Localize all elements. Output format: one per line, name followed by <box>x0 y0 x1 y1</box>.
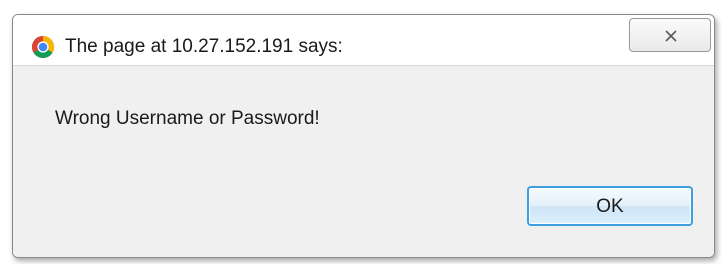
dialog-titlebar: The page at 10.27.152.191 says: <box>13 15 714 66</box>
dialog-content: Wrong Username or Password! OK <box>13 66 714 257</box>
close-icon <box>665 30 677 42</box>
chrome-icon <box>31 35 55 59</box>
dialog-message: Wrong Username or Password! <box>55 108 320 129</box>
dialog-title: The page at 10.27.152.191 says: <box>65 36 343 57</box>
alert-dialog: The page at 10.27.152.191 says: Wrong Us… <box>12 14 715 258</box>
close-button[interactable] <box>629 18 711 52</box>
ok-button[interactable]: OK <box>527 186 693 226</box>
